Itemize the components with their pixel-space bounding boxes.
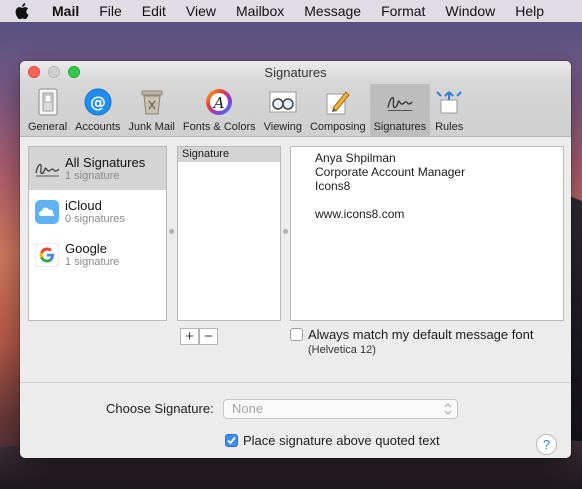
menu-edit[interactable]: Edit: [142, 3, 166, 19]
tab-label: Fonts & Colors: [182, 121, 256, 133]
account-name: iCloud: [65, 198, 102, 213]
tab-general[interactable]: General: [24, 84, 71, 136]
remove-signature-button[interactable]: −: [199, 328, 218, 345]
preview-line: Corporate Account Manager: [315, 165, 466, 179]
help-button[interactable]: ?: [536, 434, 557, 455]
preview-line: Anya Shpilman: [315, 151, 396, 165]
list-item-google[interactable]: Google 1 signature: [29, 233, 166, 276]
tab-signatures[interactable]: Signatures: [369, 84, 431, 136]
preview-website: www.icons8.com: [315, 207, 405, 221]
match-font-option[interactable]: Always match my default message font: [290, 327, 533, 342]
menu-mailbox[interactable]: Mailbox: [236, 3, 284, 19]
tab-rules[interactable]: Rules: [430, 84, 468, 136]
fonts-icon: A: [204, 87, 234, 117]
menu-format[interactable]: Format: [381, 3, 425, 19]
place-above-checkbox[interactable]: [225, 434, 238, 447]
title-bar: Signatures: [20, 61, 571, 83]
menu-file[interactable]: File: [99, 3, 122, 19]
menu-help[interactable]: Help: [515, 3, 544, 19]
font-note: (Helvetica 12): [308, 344, 376, 356]
list-item-icloud[interactable]: iCloud 0 signatures: [29, 190, 166, 233]
window-controls: [28, 66, 80, 78]
tab-composing[interactable]: Composing: [306, 84, 370, 136]
match-font-label: Always match my default message font: [308, 327, 534, 342]
at-icon: @: [83, 87, 113, 117]
place-above-label: Place signature above quoted text: [243, 433, 440, 448]
tab-viewing[interactable]: Viewing: [260, 84, 306, 136]
signatures-window: Signatures General @ Accounts Junk Mail …: [20, 61, 571, 458]
tab-label: General: [28, 121, 68, 133]
signatures-content: All Signatures 1 signature iCloud 0 sign…: [20, 137, 571, 458]
account-name: All Signatures: [65, 155, 146, 170]
add-remove-buttons: + −: [180, 328, 218, 345]
signature-icon: [385, 87, 415, 117]
google-icon: [34, 242, 60, 268]
checkmark-icon: [227, 436, 236, 445]
signature-count: 0 signatures: [65, 213, 125, 225]
choose-signature-value: None: [232, 401, 264, 416]
split-handle[interactable]: [169, 229, 174, 234]
pencil-icon: [323, 87, 353, 117]
divider: [20, 382, 571, 383]
svg-text:A: A: [212, 94, 225, 112]
chevron-updown-icon: [443, 402, 453, 416]
place-above-option[interactable]: Place signature above quoted text: [225, 433, 440, 448]
window-title: Signatures: [264, 64, 327, 80]
switch-icon: [33, 87, 63, 117]
account-name: Google: [65, 241, 107, 256]
tab-fonts-colors[interactable]: A Fonts & Colors: [179, 84, 260, 136]
cloud-icon: [34, 199, 60, 225]
trash-icon: [137, 87, 167, 117]
choose-signature-label: Choose Signature:: [106, 401, 214, 416]
tab-label: Signatures: [373, 121, 427, 133]
apple-icon[interactable]: [14, 2, 30, 20]
menu-window[interactable]: Window: [445, 3, 495, 19]
tab-label: Junk Mail: [128, 121, 175, 133]
signature-count: 1 signature: [65, 256, 120, 268]
menu-bar: Mail File Edit View Mailbox Message Form…: [0, 0, 582, 22]
signatures-list: Signature: [177, 146, 281, 321]
accounts-list: All Signatures 1 signature iCloud 0 sign…: [28, 146, 167, 321]
menu-mail[interactable]: Mail: [52, 3, 79, 19]
tab-junk-mail[interactable]: Junk Mail: [124, 84, 178, 136]
preferences-toolbar: General @ Accounts Junk Mail A Fonts & C…: [20, 83, 571, 137]
menu-view[interactable]: View: [186, 3, 216, 19]
choose-signature-select[interactable]: None: [223, 399, 458, 419]
signature-count: 1 signature: [65, 170, 120, 182]
rules-icon: [434, 87, 464, 117]
svg-text:@: @: [90, 93, 106, 112]
maximize-button[interactable]: [68, 66, 80, 78]
tab-accounts[interactable]: @ Accounts: [71, 84, 124, 136]
close-button[interactable]: [28, 66, 40, 78]
glasses-icon: [268, 87, 298, 117]
signature-preview[interactable]: Anya Shpilman Corporate Account Manager …: [290, 146, 564, 321]
preview-line: Icons8: [315, 179, 351, 193]
add-signature-button[interactable]: +: [180, 328, 199, 345]
split-handle[interactable]: [283, 229, 288, 234]
signatures-list-header: Signature: [178, 147, 280, 162]
tab-label: Accounts: [75, 121, 121, 133]
match-font-checkbox[interactable]: [290, 328, 303, 341]
tab-label: Rules: [435, 121, 464, 133]
menu-message[interactable]: Message: [304, 3, 361, 19]
tab-label: Viewing: [263, 121, 302, 133]
tab-label: Composing: [309, 121, 366, 133]
minimize-button[interactable]: [48, 66, 60, 78]
list-item-all-signatures[interactable]: All Signatures 1 signature: [29, 147, 166, 190]
signature-icon: [34, 156, 60, 182]
